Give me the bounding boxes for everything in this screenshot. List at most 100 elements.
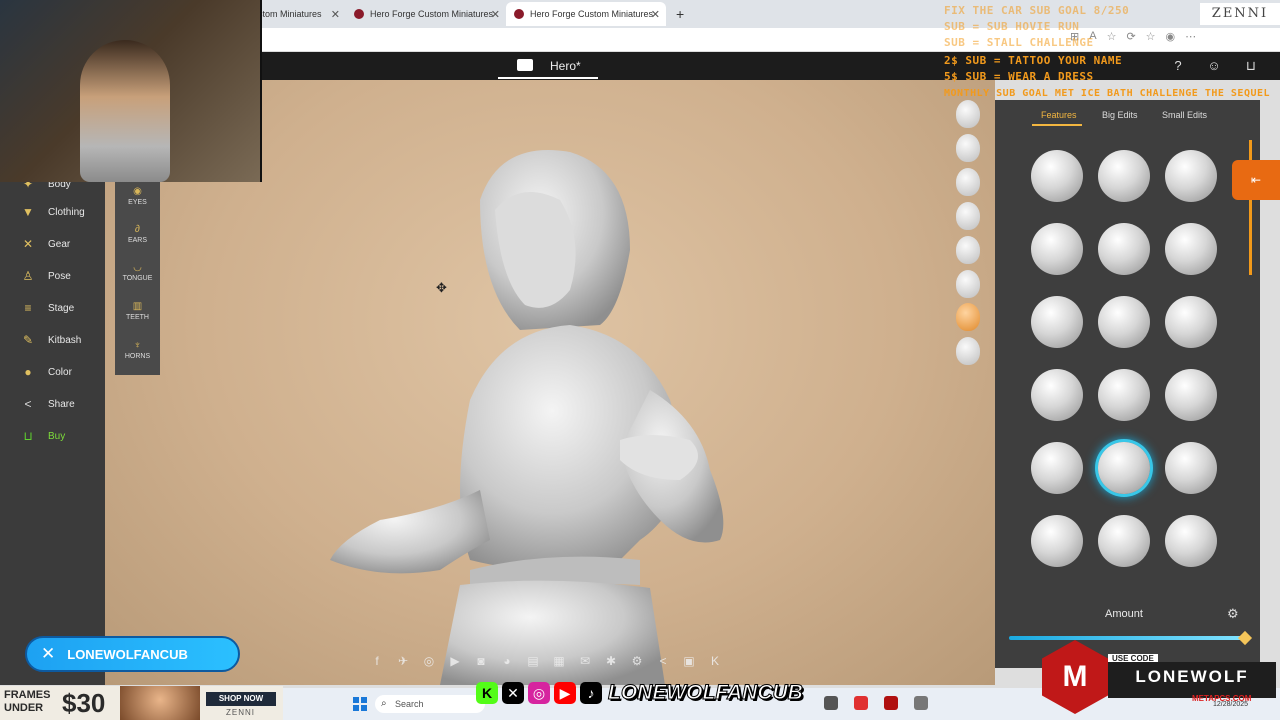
- feature-option-selected[interactable]: [1098, 442, 1150, 494]
- feature-option[interactable]: [1031, 223, 1083, 275]
- bug-icon[interactable]: ✱: [602, 652, 620, 670]
- nav-item-gear[interactable]: ✕ Gear: [20, 234, 70, 254]
- face-preset[interactable]: [956, 100, 980, 128]
- twitch-icon[interactable]: ▤: [524, 652, 542, 670]
- nav-item-label: Gear: [48, 238, 71, 250]
- close-tab-icon[interactable]: ✕: [491, 8, 500, 21]
- tongue-icon: ◡: [133, 262, 142, 273]
- taskbar-app-icon[interactable]: [824, 696, 838, 710]
- nav-item-buy[interactable]: ⊔ Buy: [20, 426, 65, 446]
- tab-title: Hero Forge Custom Miniatures: [370, 9, 494, 19]
- face-preset[interactable]: [956, 337, 980, 365]
- feature-option[interactable]: [1165, 369, 1217, 421]
- goal-line: 2$ SUB = TATTOO YOUR NAME: [944, 54, 1123, 67]
- miniature-figure[interactable]: [320, 140, 760, 685]
- new-tab-button[interactable]: +: [668, 2, 688, 26]
- nav-item-kitbash[interactable]: ✎ Kitbash: [20, 330, 81, 350]
- nav-item-label: Share: [48, 398, 75, 410]
- feature-option[interactable]: [1031, 515, 1083, 567]
- subcat-ears[interactable]: ∂ EARS: [115, 224, 160, 244]
- face-preset[interactable]: [956, 236, 980, 264]
- windows-start-icon[interactable]: [353, 697, 367, 711]
- settings-icon[interactable]: ⚙: [628, 652, 646, 670]
- nav-item-label: Kitbash: [48, 334, 82, 346]
- feature-option[interactable]: [1098, 515, 1150, 567]
- feature-option[interactable]: [1165, 150, 1217, 202]
- facebook-icon[interactable]: f: [368, 652, 386, 670]
- side-expand-tab[interactable]: ⇤: [1232, 160, 1280, 200]
- feature-option[interactable]: [1165, 223, 1217, 275]
- folder-icon[interactable]: [517, 59, 533, 71]
- feature-option[interactable]: [1031, 369, 1083, 421]
- discord-icon[interactable]: ◙: [472, 652, 490, 670]
- subcat-horns[interactable]: ♆ HORNS: [115, 340, 160, 360]
- social-handle: LONEWOLFANCUB: [608, 681, 804, 705]
- reddit-icon[interactable]: ◕: [498, 652, 516, 670]
- feature-option[interactable]: [1098, 369, 1150, 421]
- nav-item-color[interactable]: ● Color: [20, 362, 72, 382]
- goal-line: MONTHLY SUB GOAL MET ICE BATH CHALLENGE …: [944, 88, 1271, 99]
- ad-brand: ZENNI: [226, 708, 255, 717]
- subcat-teeth[interactable]: ▥ TEETH: [115, 301, 160, 321]
- face-preset[interactable]: [956, 168, 980, 196]
- tab-features[interactable]: Features: [1041, 110, 1077, 120]
- feature-option[interactable]: [1031, 442, 1083, 494]
- browser-tab[interactable]: Hero Forge Custom Miniatures ✕: [346, 2, 506, 26]
- ad-price: $30: [62, 688, 106, 718]
- features-panel: Features Big Edits Small Edits Amount ⚙: [995, 100, 1260, 668]
- feature-option[interactable]: [1098, 296, 1150, 348]
- feature-option[interactable]: [1165, 442, 1217, 494]
- close-tab-icon[interactable]: ✕: [331, 8, 340, 21]
- face-preset[interactable]: [956, 270, 980, 298]
- tab-big-edits[interactable]: Big Edits: [1102, 110, 1138, 120]
- feature-option[interactable]: [1098, 150, 1150, 202]
- cart-icon: ⊔: [23, 429, 33, 443]
- nav-item-pose[interactable]: ♙ Pose: [20, 266, 71, 286]
- nav-item-label: Stage: [48, 302, 75, 314]
- email-icon[interactable]: ✉: [576, 652, 594, 670]
- ad-model-image: [120, 686, 200, 720]
- face-preset[interactable]: [956, 202, 980, 230]
- tab-small-edits[interactable]: Small Edits: [1162, 110, 1207, 120]
- goal-line: SUB = STALL CHALLENGE: [944, 36, 1094, 49]
- gift-icon[interactable]: ▣: [680, 652, 698, 670]
- calendar-icon[interactable]: ▦: [550, 652, 568, 670]
- tiktok-icon: ♪: [580, 682, 602, 704]
- netflix-taskbar-icon[interactable]: [884, 696, 898, 710]
- feature-option[interactable]: [1165, 296, 1217, 348]
- subcat-label: TEETH: [126, 314, 149, 321]
- axes-icon: ✕: [22, 237, 34, 251]
- feature-option[interactable]: [1031, 150, 1083, 202]
- taskbar-search[interactable]: ⌕ Search: [375, 695, 485, 713]
- goal-line: FIX THE CAR SUB GOAL 8/250: [944, 4, 1130, 17]
- figure-icon: ♙: [22, 269, 34, 283]
- youtube-taskbar-icon[interactable]: [854, 696, 868, 710]
- kickstarter-icon[interactable]: K: [706, 652, 724, 670]
- subcat-eyes[interactable]: ◉ EYES: [115, 186, 160, 206]
- browser-tab[interactable]: stom Miniatures ✕: [250, 2, 346, 26]
- feature-option[interactable]: [1031, 296, 1083, 348]
- gear-icon[interactable]: ⚙: [1227, 606, 1241, 621]
- nav-item-share[interactable]: < Share: [20, 394, 75, 414]
- metapcs-promo: M USE CODE LONEWOLF METAPCS.COM: [1042, 640, 1276, 714]
- youtube-icon[interactable]: ▶: [446, 652, 464, 670]
- subcat-tongue[interactable]: ◡ TONGUE: [115, 262, 160, 282]
- nav-item-stage[interactable]: ≡ Stage: [20, 298, 74, 318]
- x-logo-icon: ✕: [41, 644, 56, 663]
- promo-site: METAPCS.COM: [1192, 694, 1252, 703]
- nav-item-clothing[interactable]: ▼ Clothing: [20, 202, 85, 222]
- feature-option[interactable]: [1165, 515, 1217, 567]
- instagram-icon[interactable]: ◎: [420, 652, 438, 670]
- share-icon[interactable]: <: [654, 652, 672, 670]
- face-preset[interactable]: [956, 134, 980, 162]
- browser-tab-active[interactable]: Hero Forge Custom Miniatures ✕: [506, 2, 666, 26]
- project-title[interactable]: Hero*: [550, 59, 581, 73]
- taskbar-app-icon[interactable]: [914, 696, 928, 710]
- hero-forge-favicon-icon: [514, 9, 524, 19]
- face-preset-selected[interactable]: [956, 303, 980, 331]
- youtube-icon: ▶: [554, 682, 576, 704]
- bluesky-icon[interactable]: ✈: [394, 652, 412, 670]
- feature-option[interactable]: [1098, 223, 1150, 275]
- teeth-icon: ▥: [132, 301, 143, 312]
- close-tab-icon[interactable]: ✕: [651, 8, 660, 21]
